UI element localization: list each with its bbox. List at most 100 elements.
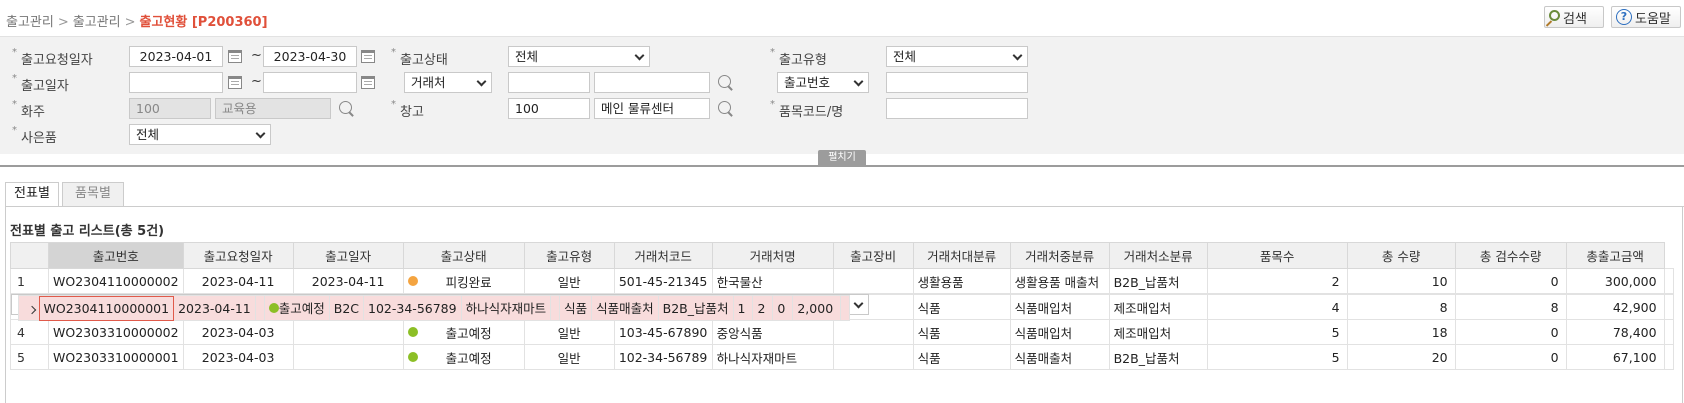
- cell-qty[interactable]: 10: [1346, 268, 1456, 294]
- warehouse-code-input[interactable]: 100: [508, 98, 590, 119]
- calendar-icon[interactable]: [228, 76, 242, 89]
- cell-cat1[interactable]: 식품: [912, 344, 1011, 370]
- partner-type-select[interactable]: 거래처: [404, 72, 492, 93]
- cell-cat3[interactable]: 제조매입처: [1108, 319, 1208, 345]
- cell-cat1[interactable]: 생활용품: [912, 268, 1011, 294]
- cell-partner-name[interactable]: 한국물산: [711, 268, 834, 294]
- cell-cat2[interactable]: 식품매출처: [1009, 344, 1110, 370]
- cell-partner-name[interactable]: 하나식자재마트: [460, 295, 552, 321]
- cell-cat2[interactable]: 생활용품 매출처: [1009, 268, 1110, 294]
- cell-out-date[interactable]: [254, 295, 265, 321]
- column-header[interactable]: 출고요청일자: [182, 242, 294, 269]
- cell-cat3[interactable]: B2B_납품처: [657, 295, 734, 321]
- cell-type[interactable]: 일반: [523, 319, 615, 345]
- cell-qty[interactable]: 2: [752, 295, 774, 321]
- cell-partner-name[interactable]: 중앙식품: [711, 319, 834, 345]
- cell-cat1[interactable]: 식품: [912, 319, 1011, 345]
- calendar-icon[interactable]: [361, 50, 375, 63]
- cell-out-date[interactable]: [292, 319, 404, 345]
- column-header[interactable]: 거래처코드: [613, 242, 713, 269]
- cell-item-count[interactable]: 2: [1206, 268, 1348, 294]
- request-date-to-input[interactable]: 2023-04-30: [263, 46, 357, 67]
- cell-item-count[interactable]: 1: [732, 295, 754, 321]
- cell-amount[interactable]: 42,900: [1565, 294, 1665, 320]
- column-header[interactable]: 출고장비: [832, 242, 914, 269]
- cell-type[interactable]: B2C: [328, 295, 365, 321]
- cell-amount[interactable]: 300,000: [1565, 268, 1665, 294]
- calendar-icon[interactable]: [228, 50, 242, 63]
- warehouse-name-input[interactable]: 메인 물류센터: [594, 98, 710, 119]
- cell-status[interactable]: 출고예정: [263, 295, 330, 321]
- expand-toggle[interactable]: 펼치기: [818, 150, 866, 165]
- number-input[interactable]: [886, 72, 1028, 93]
- type-select[interactable]: 전체: [886, 46, 1028, 67]
- cell-insp-qty[interactable]: 0: [1454, 319, 1567, 345]
- number-type-select[interactable]: 출고번호: [777, 72, 869, 93]
- column-header[interactable]: 거래처대분류: [912, 242, 1011, 269]
- partner-code-input[interactable]: [508, 72, 590, 93]
- cell-amount[interactable]: 2,000: [792, 295, 842, 321]
- cell-insp-qty[interactable]: 8: [1454, 294, 1567, 320]
- cell-cat3[interactable]: B2B_납품처: [1108, 268, 1208, 294]
- request-date-from-input[interactable]: 2023-04-01: [129, 46, 223, 67]
- cell-req-date[interactable]: 2023-04-11: [173, 295, 256, 321]
- cell-number[interactable]: WO2303310000002: [48, 319, 184, 345]
- cell-status[interactable]: 출고예정: [402, 319, 525, 345]
- cell-item-count[interactable]: 5: [1206, 319, 1348, 345]
- tab-by-item[interactable]: 품목별: [62, 182, 124, 206]
- column-header[interactable]: 품목수: [1206, 242, 1348, 269]
- cell-partner-code[interactable]: 102-34-56789: [363, 295, 462, 321]
- cell-insp-qty[interactable]: 0: [1454, 268, 1567, 294]
- column-header[interactable]: 거래처소분류: [1108, 242, 1208, 269]
- table-row[interactable]: 5 WO2303310000001 2023-04-03 출고예정 일반 102-34-5…: [10, 344, 1674, 370]
- column-header[interactable]: 총 검수수량: [1454, 242, 1567, 269]
- cell-equip[interactable]: [550, 295, 561, 321]
- cell-qty[interactable]: 20: [1346, 344, 1456, 370]
- cell-amount[interactable]: 67,100: [1565, 344, 1665, 370]
- cell-number[interactable]: WO2304110000001: [38, 295, 175, 321]
- column-header[interactable]: 총출고금액: [1565, 242, 1665, 269]
- outbound-date-from-input[interactable]: [129, 72, 223, 93]
- cell-status[interactable]: 피킹완료: [402, 268, 525, 294]
- cell-cat2[interactable]: 식품매출처: [591, 295, 659, 321]
- search-icon[interactable]: [339, 101, 352, 114]
- column-header[interactable]: 출고상태: [402, 242, 525, 269]
- cell-partner-code[interactable]: 501-45-21345: [613, 268, 713, 294]
- column-header[interactable]: 거래처명: [711, 242, 834, 269]
- cell-insp-qty[interactable]: 0: [772, 295, 794, 321]
- table-row[interactable]: 1 WO2304110000002 2023-04-11 2023-04-11 피킹완료…: [10, 268, 1674, 294]
- partner-name-input[interactable]: [594, 72, 710, 93]
- tab-by-voucher[interactable]: 전표별: [5, 182, 59, 207]
- column-header[interactable]: 거래처중분류: [1009, 242, 1110, 269]
- cell-cat3[interactable]: 제조매입처: [1108, 294, 1208, 320]
- cell-type[interactable]: 일반: [523, 344, 615, 370]
- cell-status[interactable]: 출고예정: [402, 344, 525, 370]
- search-icon[interactable]: [718, 75, 731, 88]
- cell-cat2[interactable]: 식품매입처: [1009, 294, 1110, 320]
- cell-cat1[interactable]: 식품: [559, 295, 593, 321]
- column-header[interactable]: 출고번호: [48, 242, 184, 269]
- cell-qty[interactable]: 8: [1346, 294, 1456, 320]
- cell-equip[interactable]: [832, 319, 914, 345]
- search-icon[interactable]: [718, 101, 731, 114]
- cell-partner-code[interactable]: 103-45-67890: [613, 319, 713, 345]
- column-header[interactable]: 출고유형: [523, 242, 615, 269]
- breadcrumb-level1[interactable]: 출고관리: [6, 15, 54, 30]
- search-button[interactable]: 검색: [1544, 6, 1604, 28]
- cell-number[interactable]: WO2304110000002: [48, 268, 184, 294]
- cell-cat1[interactable]: 식품: [912, 294, 1011, 320]
- cell-partner-name[interactable]: 하나식자재마트: [711, 344, 834, 370]
- cell-item-count[interactable]: 4: [1206, 294, 1348, 320]
- cell-req-date[interactable]: 2023-04-03: [182, 344, 294, 370]
- breadcrumb-level2[interactable]: 출고관리: [73, 15, 121, 30]
- cell-insp-qty[interactable]: 0: [1454, 344, 1567, 370]
- cell-type[interactable]: 일반: [523, 268, 615, 294]
- cell-out-date[interactable]: [292, 344, 404, 370]
- cell-req-date[interactable]: 2023-04-11: [182, 268, 294, 294]
- outbound-date-to-input[interactable]: [263, 72, 357, 93]
- cell-equip[interactable]: [832, 344, 914, 370]
- help-button[interactable]: ? 도움말: [1611, 6, 1681, 28]
- cell-item-count[interactable]: 5: [1206, 344, 1348, 370]
- gift-select[interactable]: 전체: [129, 124, 271, 145]
- cell-cat3[interactable]: B2B_납품처: [1108, 344, 1208, 370]
